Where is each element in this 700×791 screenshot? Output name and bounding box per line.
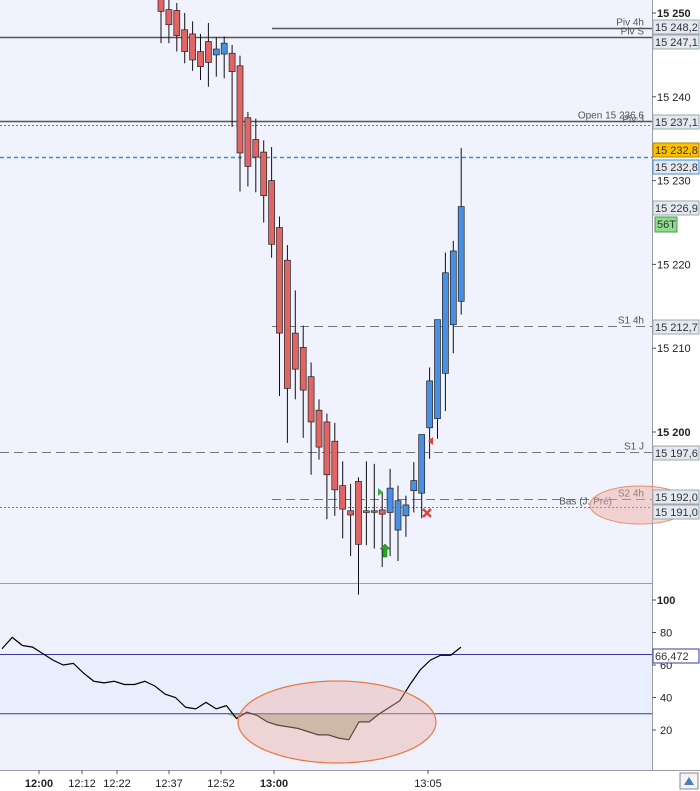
level-price-tag: 15 247,1 [652,34,700,50]
last-price-secondary-tag: 15 232,8 [652,159,700,175]
time-tick-label: 12:00 [25,778,53,790]
level-price-tag: 15 191,0 [652,504,700,520]
osc-tick-label: 80 [660,628,672,640]
scroll-up-button[interactable] [679,772,699,790]
level-price-tag: 15 212,7 [652,319,700,335]
time-tick-label: 12:12 [68,778,96,790]
bull-candle-body [442,272,449,374]
current-close-tag: 15 226,9 [652,200,700,216]
bear-candle-body [173,10,181,36]
price-tick-label: 15 220 [657,259,691,271]
price-plot-area [0,0,652,583]
level-price-tag: 15 197,6 [652,445,700,461]
bull-candle-body [410,480,418,492]
price-tag-text: 15 232,8 [655,145,698,157]
bear-candle-body [315,409,323,448]
bear-candle-body [355,481,362,545]
time-tick-label: 13:05 [414,778,442,790]
osc-tick-label: 40 [660,693,672,705]
bull-candle-body [402,504,410,517]
price-tag-text: 15 212,7 [655,322,698,334]
price-tag-text: 15 192,0 [655,492,698,504]
price-tag-text: 15 232,8 [655,162,698,174]
osc-tag-text: 66,472 [655,651,689,663]
bear-candle-body [205,41,212,63]
bear-candle-body [276,227,283,334]
bear-candle-body [323,421,331,476]
level-label: S1 4h [618,316,644,327]
price-tag-text: 15 248,2 [655,22,698,34]
bull-candle-body [457,206,465,302]
bear-candle-body [299,347,307,391]
level-price-tag: 15 237,1 [652,114,700,130]
price-tick-label: 15 250 [657,8,691,20]
level-label: Piv J [622,115,644,126]
timer-badge: 56T [654,216,678,233]
price-tick-label: 15 210 [657,343,691,355]
bull-candle-body [449,250,457,326]
bear-candle-body [378,509,386,515]
bear-candle-body [291,332,299,370]
bear-candle-body [370,510,378,513]
bear-candle-body [165,9,173,26]
bull-candle-body [220,42,228,55]
time-tick-label: 12:22 [103,778,131,790]
price-tick-label: 15 200 [657,427,691,439]
time-tick-label: 12:52 [207,778,235,790]
bear-candle-body [331,440,339,491]
bear-candle-body [268,180,275,245]
level-label: Piv S [621,27,645,38]
bull-candle-body [212,48,220,56]
price-tick-label: 15 230 [657,176,691,188]
bear-candle-body [347,510,354,516]
bull-candle-body [386,487,394,513]
price-tag-text: 15 197,6 [655,448,698,460]
bull-candle-body [434,319,441,419]
bull-candle-body [418,434,426,494]
bull-candle-body [426,380,433,429]
bear-candle-body [228,52,236,73]
bear-candle-body [284,259,291,389]
level-price-tag: 15 192,0 [652,489,700,505]
bear-candle-body [197,51,204,67]
bear-candle-body [260,151,268,197]
time-tick-label: 13:00 [260,778,288,790]
bear-candle-body [236,65,244,154]
last-price-tag: 15 232,8 [652,142,700,158]
bear-candle-body [157,0,165,12]
price-tag-text: 15 237,1 [655,117,698,129]
oscillator-value-tag: 66,472 [652,648,700,664]
price-tag-text: 15 226,9 [655,203,698,215]
bear-candle-body [363,510,370,513]
price-tag-text: 15 247,1 [655,37,698,49]
bear-candle-body [181,29,189,52]
level-price-tag: 15 248,2 [652,19,700,35]
bull-candle-body [394,500,402,531]
bear-candle-body [189,33,196,61]
level-label: S1 J [624,442,644,453]
chart-canvas: Piv 4hPiv SOpen 15 236,6Piv JS1 4hS1 JS2… [0,0,700,791]
osc-tick-label: 20 [660,725,672,737]
oscillator-highlight-ellipse [237,680,437,764]
timer-text: 56T [657,219,676,231]
price-tag-text: 15 191,0 [655,507,698,519]
time-tick-label: 12:37 [155,778,183,790]
bear-candle-body [307,376,315,423]
price-tick-label: 15 240 [657,92,691,104]
bear-candle-body [252,139,260,158]
osc-tick-label: 100 [657,595,675,607]
bear-candle-body [339,485,347,510]
bear-candle-body [244,117,252,167]
